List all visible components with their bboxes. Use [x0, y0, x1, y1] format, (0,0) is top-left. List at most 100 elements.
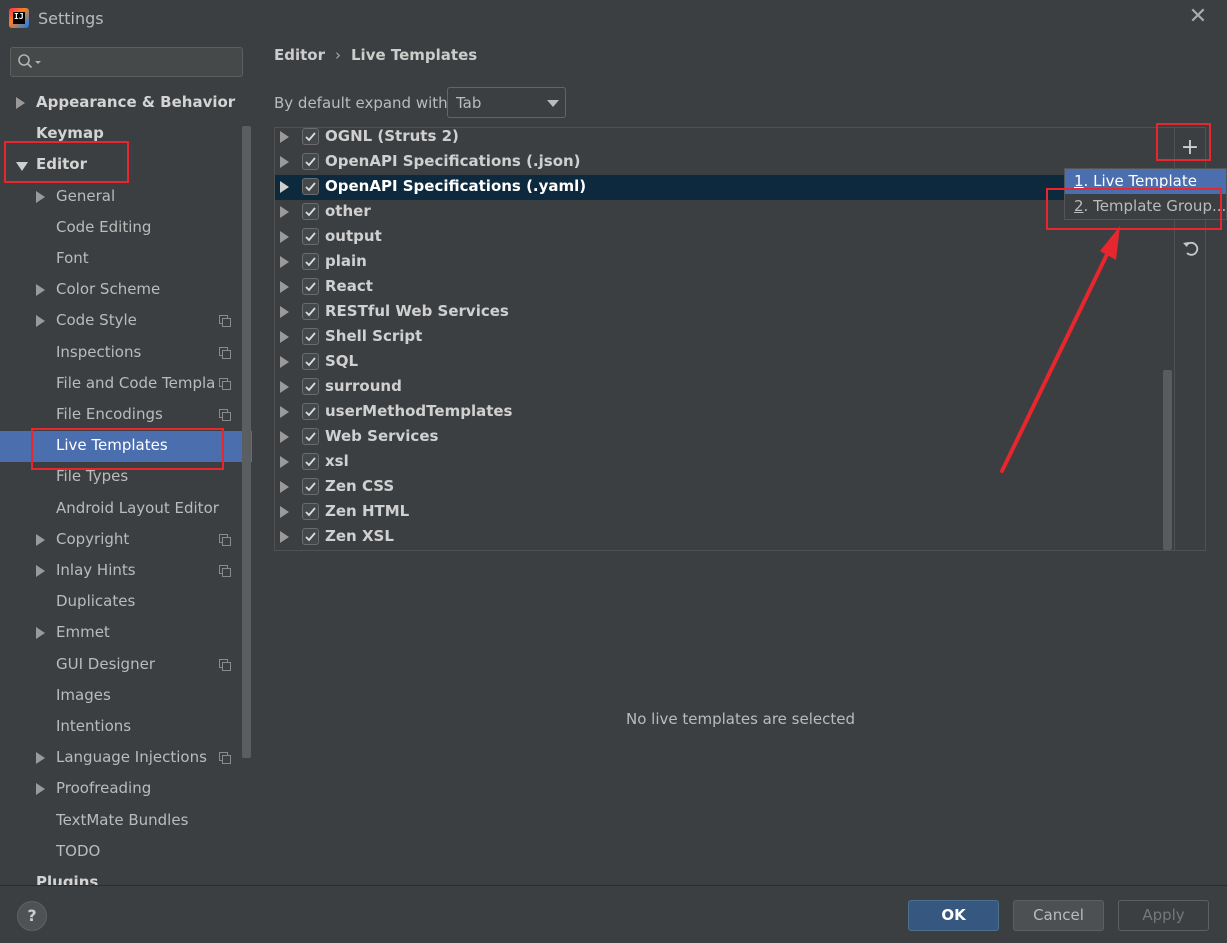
template-group-checkbox[interactable] — [302, 403, 319, 420]
sidebar-item-plugins[interactable]: Plugins — [0, 868, 252, 885]
sidebar-item-label: General — [56, 186, 116, 205]
expand-arrow-icon[interactable] — [280, 206, 289, 218]
expand-arrow-icon[interactable] — [280, 381, 289, 393]
collapsed-arrow-icon[interactable] — [36, 783, 45, 796]
expand-arrow-icon[interactable] — [280, 306, 289, 318]
sidebar-item-emmet[interactable]: Emmet — [0, 618, 252, 649]
collapsed-arrow-icon[interactable] — [36, 752, 45, 765]
sidebar-scrollbar[interactable] — [242, 126, 251, 758]
checkmark-icon — [305, 257, 316, 267]
sidebar-item-label: Inspections — [56, 342, 142, 361]
collapsed-arrow-icon[interactable] — [36, 533, 45, 546]
expand-arrow-icon[interactable] — [280, 131, 289, 143]
template-list-scrollbar[interactable] — [1163, 370, 1172, 550]
collapsed-arrow-icon[interactable] — [36, 627, 45, 640]
close-window-button[interactable]: ✕ — [1186, 6, 1210, 30]
template-group-name: Zen HTML — [325, 502, 410, 520]
sidebar-item-android-layout-editor[interactable]: Android Layout Editor — [0, 494, 252, 525]
project-scope-icon — [219, 346, 231, 359]
expand-arrow-icon[interactable] — [280, 181, 289, 193]
expand-arrow-icon[interactable] — [280, 506, 289, 518]
breadcrumb-parent[interactable]: Editor — [274, 46, 325, 64]
expand-arrow-icon[interactable] — [280, 481, 289, 493]
template-group-checkbox[interactable] — [302, 153, 319, 170]
collapsed-arrow-icon[interactable] — [36, 190, 45, 203]
template-group-checkbox[interactable] — [302, 178, 319, 195]
sidebar-item-file-encodings[interactable]: File Encodings — [0, 400, 252, 431]
template-group-checkbox[interactable] — [302, 528, 319, 545]
collapsed-arrow-icon[interactable] — [16, 97, 25, 109]
breadcrumb: Editor › Live Templates — [274, 46, 477, 64]
annotation-box-editor — [4, 141, 129, 183]
sidebar-item-intentions[interactable]: Intentions — [0, 712, 252, 743]
ok-button[interactable]: OK — [908, 900, 999, 931]
sidebar-item-proofreading[interactable]: Proofreading — [0, 774, 252, 805]
sidebar-item-language-injections[interactable]: Language Injections — [0, 743, 252, 774]
expand-arrow-icon[interactable] — [280, 156, 289, 168]
settings-search-input[interactable] — [45, 50, 235, 74]
template-group-checkbox[interactable] — [302, 278, 319, 295]
expand-arrow-icon[interactable] — [280, 431, 289, 443]
template-group-checkbox[interactable] — [302, 328, 319, 345]
help-button[interactable]: ? — [17, 901, 47, 931]
sidebar-item-duplicates[interactable]: Duplicates — [0, 587, 252, 618]
template-group-name: plain — [325, 252, 367, 270]
expand-arrow-icon[interactable] — [280, 356, 289, 368]
undo-icon[interactable] — [1181, 238, 1201, 258]
template-group-checkbox[interactable] — [302, 378, 319, 395]
template-group-checkbox[interactable] — [302, 128, 319, 145]
expand-arrow-icon[interactable] — [280, 331, 289, 343]
template-group-row[interactable]: OGNL (Struts 2) — [275, 128, 1174, 150]
sidebar-item-images[interactable]: Images — [0, 681, 252, 712]
checkmark-icon — [305, 332, 316, 342]
sidebar-item-gui-designer[interactable]: GUI Designer — [0, 650, 252, 681]
template-group-checkbox[interactable] — [302, 303, 319, 320]
sidebar-item-code-editing[interactable]: Code Editing — [0, 213, 252, 244]
sidebar-item-code-style[interactable]: Code Style — [0, 306, 252, 337]
sidebar-item-copyright[interactable]: Copyright — [0, 525, 252, 556]
cancel-button[interactable]: Cancel — [1013, 900, 1104, 931]
expand-arrow-icon[interactable] — [280, 456, 289, 468]
template-group-checkbox[interactable] — [302, 478, 319, 495]
collapsed-arrow-icon[interactable] — [36, 565, 45, 577]
template-group-name: output — [325, 227, 382, 245]
template-group-checkbox[interactable] — [302, 503, 319, 520]
settings-search-box[interactable] — [10, 47, 243, 77]
template-group-checkbox[interactable] — [302, 428, 319, 445]
expand-arrow-icon[interactable] — [280, 281, 289, 293]
template-group-checkbox[interactable] — [302, 228, 319, 245]
checkmark-icon — [305, 232, 316, 242]
sidebar-item-todo[interactable]: TODO — [0, 837, 252, 868]
template-group-row[interactable]: OpenAPI Specifications (.yaml) — [275, 175, 1174, 200]
sidebar-item-label: Images — [56, 685, 111, 704]
sidebar-item-textmate-bundles[interactable]: TextMate Bundles — [0, 806, 252, 837]
template-group-row[interactable]: OpenAPI Specifications (.json) — [275, 150, 1174, 175]
sidebar-item-font[interactable]: Font — [0, 244, 252, 275]
template-group-row[interactable]: Zen HTML — [275, 500, 1174, 525]
sidebar-item-inspections[interactable]: Inspections — [0, 338, 252, 369]
project-scope-icon — [219, 752, 231, 765]
template-group-row[interactable]: Zen XSL — [275, 525, 1174, 550]
sidebar-item-inlay-hints[interactable]: Inlay Hints — [0, 556, 252, 587]
collapsed-arrow-icon[interactable] — [36, 284, 45, 297]
sidebar-item-label: Emmet — [56, 623, 110, 642]
expand-arrow-icon[interactable] — [280, 256, 289, 268]
template-group-checkbox[interactable] — [302, 353, 319, 370]
template-group-name: SQL — [325, 352, 359, 370]
search-icon — [18, 54, 41, 69]
sidebar-item-general[interactable]: General — [0, 182, 252, 213]
expand-arrow-icon[interactable] — [280, 531, 289, 543]
sidebar-item-file-and-code-templa[interactable]: File and Code Templa — [0, 369, 252, 400]
template-group-checkbox[interactable] — [302, 253, 319, 270]
expand-arrow-icon[interactable] — [280, 231, 289, 243]
sidebar-item-color-scheme[interactable]: Color Scheme — [0, 275, 252, 306]
sidebar-item-label: File Types — [56, 467, 129, 486]
expand-arrow-icon[interactable] — [280, 406, 289, 418]
collapsed-arrow-icon[interactable] — [36, 315, 45, 328]
checkmark-icon — [305, 282, 316, 292]
template-group-checkbox[interactable] — [302, 203, 319, 220]
sidebar-item-appearance-behavior[interactable]: Appearance & Behavior — [0, 88, 252, 119]
template-group-checkbox[interactable] — [302, 453, 319, 470]
expand-with-select[interactable]: Tab — [447, 87, 566, 118]
apply-button[interactable]: Apply — [1118, 900, 1209, 931]
